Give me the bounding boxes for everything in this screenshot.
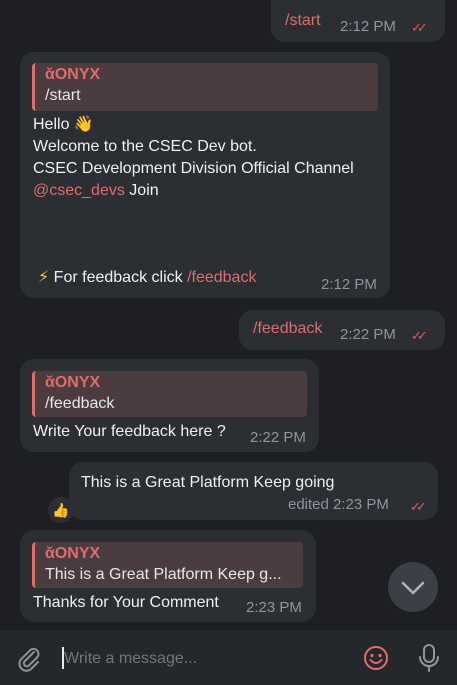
emoji-icon[interactable] [361,643,391,673]
channel-link[interactable]: @csec_devs [33,182,125,199]
reply-sender-name: ONYX [54,545,101,562]
message-time: 2:12 PM [340,18,396,35]
feedback-prompt: For feedback click [49,269,188,286]
message-time: 2:12 PM [321,276,377,293]
message-input[interactable] [62,645,336,673]
message-text: This is a Great Platform Keep going [81,474,335,491]
sender-icon: ᾰ [45,545,55,562]
reply-sender-name: ONYX [54,66,101,83]
attach-icon[interactable] [14,643,44,673]
message-time: 2:22 PM [340,326,396,343]
incoming-message-welcome[interactable]: ᾰONYX /start Hello 👋 Welcome to the CSEC… [20,52,390,298]
reply-text: /feedback [45,395,115,412]
message-line: Hello 👋 [33,116,94,133]
mic-icon[interactable] [414,642,444,674]
message-text: Thanks for Your Comment [33,594,219,611]
reply-text: This is a Great Platform Keep g... [45,566,282,583]
sender-icon: ᾰ [45,66,55,83]
reply-preview[interactable]: ᾰONYX /start [32,63,378,111]
double-check-icon: ✓✓ [411,328,428,343]
lightning-icon: ⚡ [38,269,50,286]
composer-bar [0,630,457,685]
edited-time: edited 2:23 PM [288,496,389,513]
feedback-command-link[interactable]: /feedback [187,269,256,286]
message-line: Welcome to the CSEC Dev bot. [33,138,257,155]
reply-text: /start [45,87,81,104]
message-time: 2:23 PM [246,599,302,616]
message-time: 2:22 PM [250,429,306,446]
scroll-down-button[interactable] [388,562,438,612]
chevron-down-icon [401,581,425,595]
outgoing-message-comment[interactable]: This is a Great Platform Keep going edit… [69,462,438,520]
join-text: Join [124,182,159,199]
double-check-icon: ✓✓ [411,20,428,35]
reply-preview[interactable]: ᾰONYX This is a Great Platform Keep g... [32,542,303,588]
double-check-icon: ✓✓ [410,499,427,514]
outgoing-message-start[interactable]: /start 2:12 PM ✓✓ [271,0,445,42]
thumbs-up-reaction[interactable]: 👍 [48,497,74,523]
command-link[interactable]: /feedback [253,320,322,338]
message-line: ⚡ For feedback click /feedback [38,267,256,289]
message-text: Write Your feedback here ? [33,423,226,440]
incoming-message-thanks[interactable]: ᾰONYX This is a Great Platform Keep g...… [20,530,316,622]
outgoing-message-feedback[interactable]: /feedback 2:22 PM ✓✓ [239,310,445,350]
message-line: @csec_devs Join [33,180,159,202]
command-link[interactable]: /start [285,12,321,30]
reply-sender-name: ONYX [54,374,101,391]
reply-preview[interactable]: ᾰONYX /feedback [32,371,307,417]
incoming-message-feedback-prompt[interactable]: ᾰONYX /feedback Write Your feedback here… [20,359,319,452]
sender-icon: ᾰ [45,374,55,391]
message-line: CSEC Development Division Official Chann… [33,160,354,177]
